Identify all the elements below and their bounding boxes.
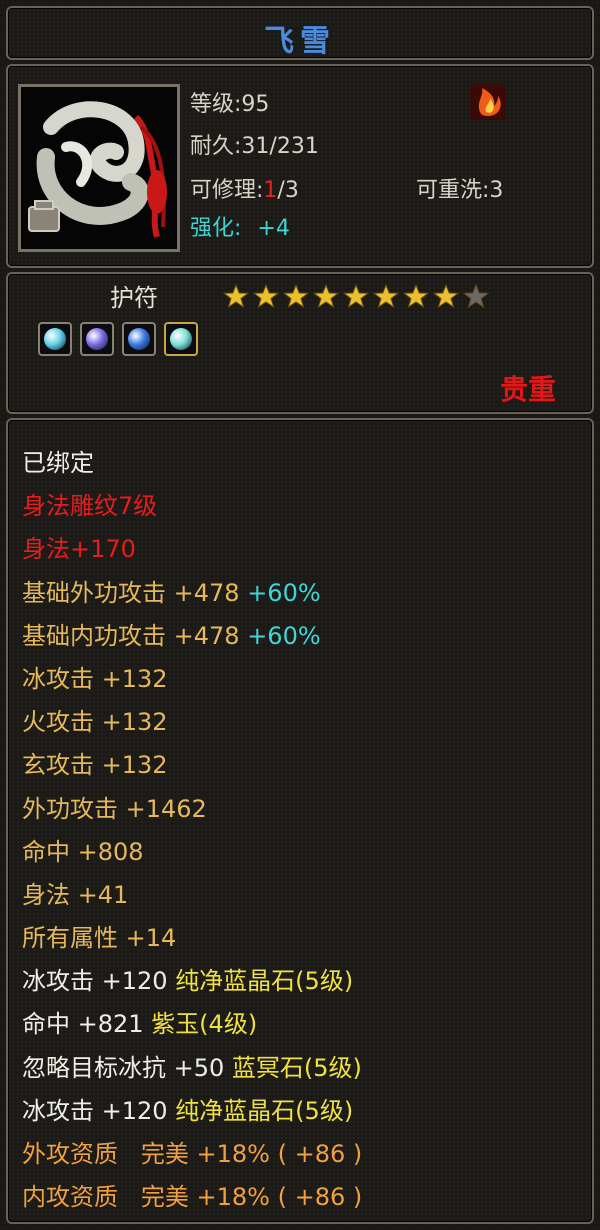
stat-text: 所有属性	[22, 924, 118, 953]
stat-text: 紫玉(4级)	[151, 1010, 258, 1039]
stat-text: +478	[166, 621, 248, 650]
stat-text: 已绑定	[22, 449, 94, 477]
stat-text: 身法雕纹7级	[22, 492, 158, 521]
amulet-item-icon	[18, 84, 180, 252]
stat-text: 完美	[118, 1183, 197, 1212]
stat-text: +120	[94, 967, 176, 996]
star-filled-icon	[252, 283, 280, 309]
stat-text: 蓝冥石(5级)	[231, 1053, 362, 1082]
stat-text: +14	[118, 924, 177, 953]
stat-line: 身法+170	[22, 528, 362, 571]
stat-line: 冰攻击 +120 纯净蓝晶石(5级)	[22, 960, 362, 1003]
stat-text: 基础外功攻击	[22, 578, 166, 607]
stat-text: 身法	[22, 880, 70, 909]
stat-text: 忽略目标冰抗	[22, 1053, 166, 1082]
ice-gem-icon-gold	[164, 322, 198, 356]
stat-line: 命中 +821 紫玉(4级)	[22, 1003, 362, 1046]
stat-text: +821	[70, 1010, 152, 1039]
stat-line: 火攻击 +132	[22, 701, 362, 744]
star-rating	[222, 283, 490, 309]
stat-text: 内攻资质	[22, 1183, 118, 1212]
stat-text: 玄攻击	[22, 751, 94, 780]
star-filled-icon	[432, 283, 460, 309]
stat-text: 身法+170	[22, 535, 136, 564]
item-type: 护符	[110, 284, 158, 312]
star-filled-icon	[282, 283, 310, 309]
stat-text: 命中	[22, 1010, 70, 1039]
stat-text: +132	[94, 708, 168, 737]
stat-text: +41	[70, 880, 129, 909]
stat-text: 纯净蓝晶石(5级)	[175, 967, 354, 996]
stat-line: 命中 +808	[22, 831, 362, 874]
enhance-text: 强化: +4	[190, 210, 290, 242]
stats-list: 已绑定 身法雕纹7级 身法+170 基础外功攻击 +478 +60% 基础内功攻击 +4…	[22, 442, 362, 1219]
stat-text: 冰攻击	[22, 664, 94, 693]
enhance-value: +4	[257, 216, 290, 241]
stat-text: +60%	[247, 578, 321, 607]
durability-text: 耐久:31/231	[190, 134, 319, 159]
ice-gem-icon	[38, 322, 72, 356]
stat-line: 外功攻击 +1462	[22, 788, 362, 831]
rarity-label: 贵重	[499, 373, 556, 406]
stat-line: 玄攻击 +132	[22, 744, 362, 787]
purple-gem-icon	[80, 322, 114, 356]
stat-text: 外攻资质	[22, 1140, 118, 1168]
stat-text: 冰攻击	[22, 1096, 94, 1125]
stat-text: 冰攻击	[22, 967, 94, 996]
repair-text: 可修理:1/3	[190, 172, 299, 204]
stat-text: +478	[166, 578, 248, 607]
reroll-text: 可重洗:3	[416, 178, 504, 203]
stat-text: +18%	[196, 1140, 270, 1168]
blue-gem-icon	[122, 322, 156, 356]
stat-text: +120	[94, 1096, 176, 1125]
stat-line: 身法 +41	[22, 874, 362, 917]
stat-text: 基础内功攻击	[22, 621, 166, 650]
star-filled-icon	[222, 283, 250, 309]
stat-line: 基础内功攻击 +478 +60%	[22, 615, 362, 658]
stat-text: +808	[70, 837, 144, 866]
stat-text: +1462	[118, 794, 207, 823]
enhance-label: 强化:	[190, 216, 242, 241]
title-bar: 飞雪	[6, 6, 594, 60]
stat-text: 纯净蓝晶石(5级)	[175, 1096, 354, 1125]
stat-line: 冰攻击 +132	[22, 658, 362, 701]
item-name: 飞雪	[264, 24, 336, 59]
fire-badge-icon	[468, 82, 508, 122]
stat-text: 外功攻击	[22, 794, 118, 823]
stat-text: 命中	[22, 837, 70, 866]
repair-label: 可修理:	[190, 178, 264, 203]
star-filled-icon	[312, 283, 340, 309]
stat-text: +132	[94, 751, 168, 780]
stat-text: ( +86 )	[269, 1140, 363, 1168]
item-tooltip: 飞雪 等级:95 耐久:31/231 可修理:1/3 可重洗:3 强化: +4	[0, 0, 600, 1230]
stat-line: 外攻资质 完美 +18% ( +86 )	[22, 1133, 362, 1176]
star-filled-icon	[372, 283, 400, 309]
stat-line: 内攻资质 完美 +18% ( +86 )	[22, 1176, 362, 1219]
stat-text: ( +86 )	[269, 1183, 363, 1212]
stat-line: 身法雕纹7级	[22, 485, 362, 528]
level-text: 等级:95	[190, 92, 270, 117]
star-filled-icon	[342, 283, 370, 309]
repair-current: 1	[263, 178, 278, 203]
stat-line: 冰攻击 +120 纯净蓝晶石(5级)	[22, 1090, 362, 1133]
stat-line: 基础外功攻击 +478 +60%	[22, 572, 362, 615]
grade-panel: 护符 贵重	[6, 272, 594, 414]
item-info-panel: 等级:95 耐久:31/231 可修理:1/3 可重洗:3 强化: +4	[6, 64, 594, 268]
stat-text: +60%	[247, 621, 321, 650]
star-filled-icon	[402, 283, 430, 309]
stat-text: 完美	[118, 1140, 197, 1168]
stat-text: 火攻击	[22, 708, 94, 737]
star-empty-icon	[462, 283, 490, 309]
stat-line: 已绑定	[22, 442, 362, 485]
stat-line: 忽略目标冰抗 +50 蓝冥石(5级)	[22, 1047, 362, 1090]
gem-sockets	[38, 322, 198, 356]
stat-text: +50	[166, 1053, 232, 1082]
stat-line: 所有属性 +14	[22, 917, 362, 960]
repair-max: /3	[277, 178, 299, 203]
stats-panel: 已绑定 身法雕纹7级 身法+170 基础外功攻击 +478 +60% 基础内功攻击 +4…	[6, 418, 594, 1224]
stat-text: +132	[94, 664, 168, 693]
stat-text: +18%	[196, 1183, 270, 1212]
